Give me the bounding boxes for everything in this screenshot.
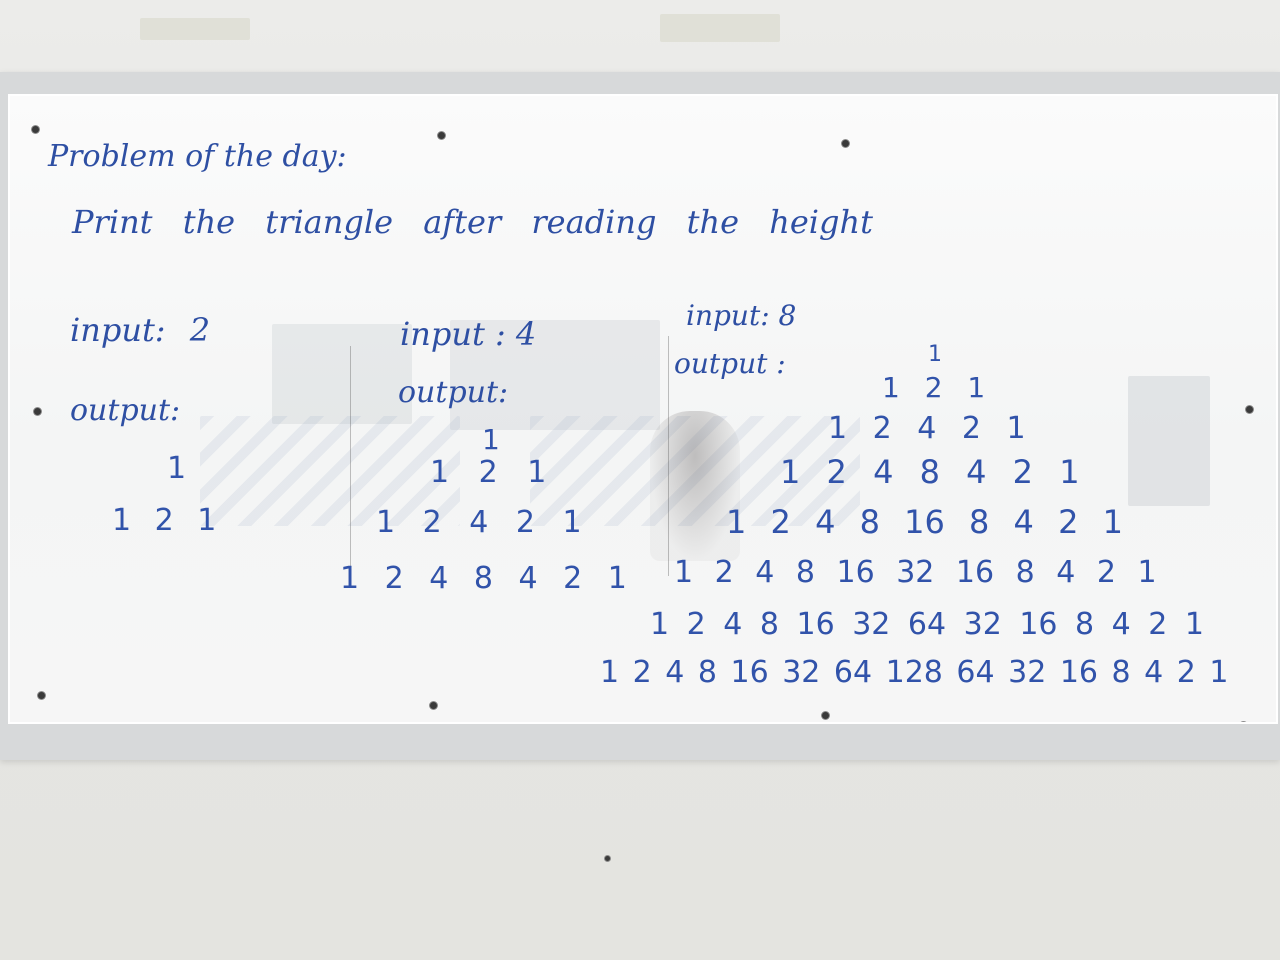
example-1-output: output: (70, 393, 181, 428)
example-3-output: output : (674, 347, 786, 380)
example-3-row: 1 2 4 8 16 8 4 2 1 (726, 503, 1123, 541)
example-3-row: 1 2 1 (882, 371, 986, 404)
example-2-output: output: (398, 375, 509, 410)
board-pin (32, 126, 39, 133)
divider-shadow (668, 336, 669, 576)
example-2-row: 1 2 4 2 1 (376, 505, 582, 540)
board-pin (1240, 722, 1247, 724)
example-3-row: 1 (928, 342, 942, 367)
divider-shadow (350, 346, 351, 576)
board-pin (1246, 406, 1253, 413)
board-pin (438, 132, 445, 139)
board-pin (34, 408, 41, 415)
example-3-row: 1 2 4 8 16 32 64 128 64 32 16 8 4 2 1 (600, 655, 1229, 690)
example-2-row: 1 2 4 8 4 2 1 (340, 561, 627, 596)
task-text: Print the triangle after reading the hei… (72, 203, 873, 241)
board-pin (842, 140, 849, 147)
example-3-row: 1 2 4 8 16 32 16 8 4 2 1 (674, 555, 1157, 590)
whiteboard-frame: Problem of the day: Print the triangle a… (0, 72, 1280, 760)
example-3-input: input: 8 (686, 299, 797, 332)
example-1-input: input: 2 (70, 311, 211, 349)
example-3-row: 1 2 4 8 4 2 1 (780, 453, 1080, 491)
whiteboard: Problem of the day: Print the triangle a… (8, 94, 1278, 724)
board-pin (38, 692, 45, 699)
example-1-row: 1 2 1 (112, 503, 217, 538)
tape-strip (660, 14, 780, 42)
example-3-row: 1 2 4 8 16 32 64 32 16 8 4 2 1 (650, 607, 1204, 642)
wall-screw (605, 856, 610, 861)
heading: Problem of the day: (48, 139, 347, 174)
tape-strip (140, 18, 250, 40)
window-reflection (1128, 376, 1210, 506)
board-pin (430, 702, 437, 709)
example-2-input: input : 4 (400, 315, 537, 353)
example-2-row: 1 2 1 (430, 455, 547, 490)
board-pin (822, 712, 829, 719)
example-2-row: 1 (482, 423, 500, 456)
window-reflection (272, 324, 412, 424)
example-1-row: 1 (167, 451, 187, 486)
example-3-row: 1 2 4 2 1 (828, 411, 1026, 446)
